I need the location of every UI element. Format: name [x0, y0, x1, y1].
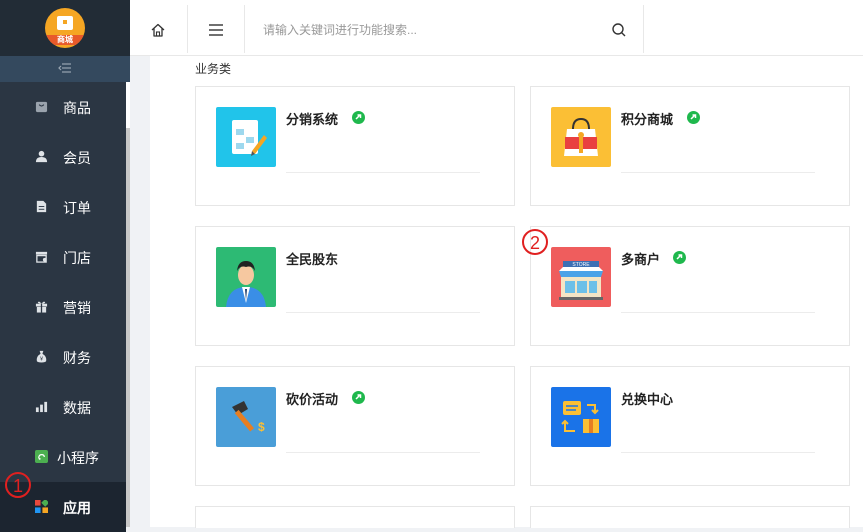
store-logo[interactable]: 商城: [45, 8, 85, 48]
menu-toggle-button[interactable]: [187, 5, 245, 53]
shopping-bag-icon: [57, 16, 73, 30]
sidebar-item-label: 财务: [63, 350, 91, 366]
document-icon: [36, 200, 47, 213]
app-card-title: 兑换中心: [621, 392, 674, 407]
divider: [286, 312, 480, 313]
divider: [286, 172, 480, 173]
annotation-marker-2: 2: [522, 229, 548, 255]
home-button[interactable]: [130, 5, 188, 53]
app-card-points-mall[interactable]: 积分商城: [530, 86, 850, 206]
sidebar-item-label: 会员: [63, 150, 91, 166]
sidebar-item-marketing[interactable]: 营销: [0, 282, 126, 332]
home-icon: [151, 23, 165, 37]
exchange-center-icon: [551, 387, 611, 447]
money-bag-icon: ¥: [36, 350, 47, 363]
points-mall-icon: [551, 107, 611, 167]
app-card-partial[interactable]: [195, 506, 515, 528]
app-card-shareholder[interactable]: 全民股东: [195, 226, 515, 346]
sidebar-item-label: 门店: [63, 250, 91, 266]
sidebar-menu: 商品 会员 订单 门店 营销 ¥ 财务 数据 小程序 应用: [0, 82, 126, 532]
apps-icon: [35, 500, 48, 513]
app-card-distribution[interactable]: 分销系统: [195, 86, 515, 206]
annotation-marker-1: 1: [5, 472, 31, 498]
sidebar-item-goods[interactable]: 商品: [0, 82, 126, 132]
app-card-multi-merchant[interactable]: STORE 多商户: [530, 226, 850, 346]
sidebar-scrollbar-thumb[interactable]: [126, 128, 130, 527]
bar-chart-icon: [35, 401, 48, 413]
app-card-title: 全民股东: [286, 252, 339, 267]
distribution-icon: [216, 107, 276, 167]
sidebar-item-label: 应用: [63, 500, 91, 516]
sidebar-item-orders[interactable]: 订单: [0, 182, 126, 232]
sidebar-item-label: 订单: [63, 200, 91, 216]
divider: [621, 312, 815, 313]
link-icon: [687, 111, 700, 124]
logo-label: 商城: [45, 35, 85, 45]
sidebar-item-members[interactable]: 会员: [0, 132, 126, 182]
section-title: 业务类: [195, 62, 232, 76]
sidebar: 商城 商品 会员 订单 门店 营销 ¥ 财务 数据 小程序 应用: [0, 0, 130, 532]
mini-program-icon: [35, 450, 48, 463]
app-card-exchange-center[interactable]: 兑换中心: [530, 366, 850, 486]
link-icon: [352, 391, 365, 404]
store-icon: [35, 251, 48, 263]
search-input[interactable]: [261, 19, 605, 41]
search-icon[interactable]: [611, 22, 627, 38]
link-icon: [673, 251, 686, 264]
shareholder-icon: [216, 247, 276, 307]
app-card-partial[interactable]: [530, 506, 850, 528]
app-card-title: 分销系统: [286, 112, 339, 127]
user-icon: [35, 150, 48, 163]
divider: [621, 452, 815, 453]
bargain-icon: $: [216, 387, 276, 447]
app-card-title: 积分商城: [621, 112, 674, 127]
hamburger-icon: [209, 24, 223, 36]
multi-merchant-icon: STORE: [551, 247, 611, 307]
link-icon: [352, 111, 365, 124]
search-box: [245, 5, 644, 53]
divider: [286, 452, 480, 453]
top-bar: [130, 0, 863, 56]
svg-text:$: $: [258, 420, 265, 434]
sidebar-item-data[interactable]: 数据: [0, 382, 126, 432]
collapse-icon: [58, 63, 71, 73]
sidebar-item-stores[interactable]: 门店: [0, 232, 126, 282]
bag-icon: [35, 101, 48, 113]
app-card-title: 多商户: [621, 252, 661, 267]
logo-area: 商城: [0, 0, 130, 56]
collapse-sidebar-button[interactable]: [0, 56, 130, 82]
sidebar-item-label: 数据: [63, 400, 91, 416]
sidebar-item-finance[interactable]: ¥ 财务: [0, 332, 126, 382]
app-card-bargain[interactable]: $ 砍价活动: [195, 366, 515, 486]
gift-icon: [35, 301, 48, 313]
sidebar-item-label: 小程序: [57, 450, 99, 466]
sidebar-item-label: 营销: [63, 300, 91, 316]
sidebar-item-label: 商品: [63, 100, 91, 116]
app-card-title: 砍价活动: [286, 392, 339, 407]
divider: [621, 172, 815, 173]
